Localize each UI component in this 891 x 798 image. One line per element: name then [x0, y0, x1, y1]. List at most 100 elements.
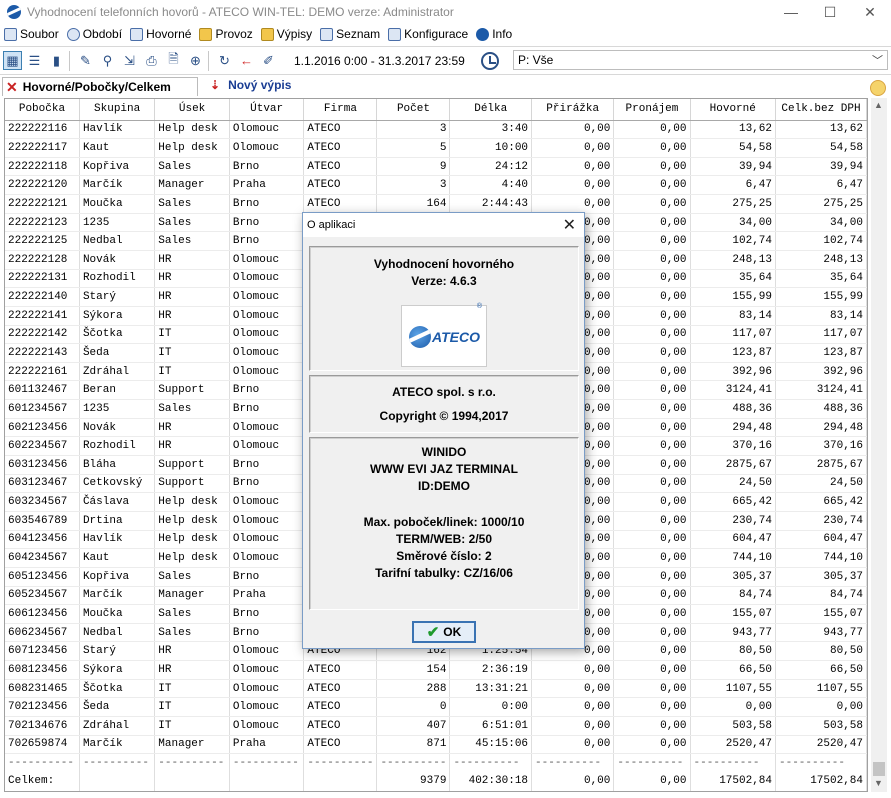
grid-view-icon[interactable]: ▦	[3, 51, 22, 70]
table-cell: 604234567	[5, 548, 80, 568]
table-cell: 230,74	[690, 511, 777, 531]
table-cell: 155,99	[690, 287, 777, 307]
table-cell: 84,74	[690, 586, 777, 606]
list-view-icon[interactable]: ☰	[25, 51, 44, 70]
column-header[interactable]: Pronájem	[613, 99, 691, 121]
table-cell: 230,74	[775, 511, 867, 531]
table-row[interactable]: 608231465 Ščotka IT Olomouc ATECO 288 13:31:21…	[5, 679, 867, 699]
report-edit-icon[interactable]: ✐	[259, 51, 278, 70]
table-cell: 13,62	[690, 120, 777, 140]
table-cell: Olomouc	[229, 325, 305, 345]
table-cell: Brno	[229, 231, 305, 251]
table-row[interactable]: 608123456 Sýkora HR Olomouc ATECO 154 2:36:19 0…	[5, 660, 867, 680]
table-cell: 1107,55	[775, 679, 867, 699]
zoom-icon[interactable]: ⊕	[186, 51, 205, 70]
table-cell: 0,00	[613, 772, 691, 791]
table-cell: 80,50	[690, 641, 777, 662]
table-row[interactable]: 222222116 Havlík Help desk Olomouc ATECO 3 3:4…	[5, 120, 867, 140]
table-cell: 54,58	[690, 138, 777, 158]
table-cell: Olomouc	[229, 362, 305, 382]
column-header[interactable]: Hovorné	[690, 99, 777, 121]
table-cell: Sales	[154, 567, 230, 587]
table-row[interactable]: 222222121 Moučka Sales Brno ATECO 164 2:44:43 0…	[5, 194, 867, 214]
table-row[interactable]: 702123456 Šeda IT Olomouc ATECO 0 0:00 0,00 0,00…	[5, 697, 867, 717]
table-cell: 24:12	[449, 157, 533, 177]
date-range[interactable]: 1.1.2016 0:00 - 31.3.2017 23:59	[286, 51, 473, 71]
table-cell: Cetkovský	[79, 474, 156, 494]
table-cell: Čáslava	[79, 492, 156, 512]
table-row[interactable]: 222222118 Kopřiva Sales Brno ATECO 9 24:12 0,00…	[5, 157, 867, 177]
app-logo-icon	[7, 5, 21, 19]
table-cell: Olomouc	[229, 287, 305, 307]
table-cell: ATECO	[303, 175, 378, 196]
column-header[interactable]: Úsek	[154, 99, 230, 121]
table-row[interactable]: 702134676 Zdráhal IT Olomouc ATECO 407 6:51:01…	[5, 716, 867, 736]
vertical-scrollbar[interactable]: ▲ ▼	[871, 98, 887, 792]
table-cell: 24,50	[775, 474, 867, 494]
column-header[interactable]: Délka	[449, 99, 533, 121]
edit-icon[interactable]: ✎	[76, 51, 95, 70]
maximize-button[interactable]: ☐	[813, 0, 847, 24]
table-cell: Brno	[229, 399, 305, 419]
menu-soubor[interactable]: Soubor	[4, 27, 59, 41]
tab-novy-vypis[interactable]: ⇣ Nový výpis	[210, 78, 291, 92]
table-cell: Nedbal	[79, 231, 156, 251]
about-dialog: O aplikaci ✕ Vyhodnocení hovorného Verze…	[302, 212, 585, 649]
separator-cell: ----------	[229, 753, 305, 773]
column-header[interactable]: Pobočka	[5, 99, 80, 121]
menu-provoz[interactable]: Provoz	[199, 27, 253, 41]
list-icon	[320, 27, 334, 41]
company-name: ATECO spol. s r.o.	[392, 385, 496, 399]
dialog-close-button[interactable]: ✕	[563, 215, 576, 235]
menu-vypisy[interactable]: Výpisy	[260, 27, 312, 41]
table-cell: 0,00	[613, 250, 691, 270]
menu-konfigurace[interactable]: Konfigurace	[388, 27, 468, 41]
table-cell: 305,37	[690, 567, 777, 587]
table-cell: Manager	[154, 735, 230, 755]
clock-icon[interactable]	[480, 51, 499, 70]
chart-view-icon[interactable]: ▮	[47, 51, 66, 70]
total-row[interactable]: Celkem: 9379 402:30:18 0,00 0,00 17502,84 1750…	[5, 772, 867, 791]
export-icon[interactable]: ⇲	[120, 51, 139, 70]
column-header[interactable]: Útvar	[229, 99, 305, 121]
close-window-button[interactable]: ✕	[853, 0, 887, 24]
refresh-icon[interactable]: ↻	[215, 51, 234, 70]
table-cell: 80,50	[775, 641, 867, 662]
toolbar-divider	[208, 50, 209, 71]
column-header[interactable]: Skupina	[79, 99, 156, 121]
find-icon[interactable]: ⚲	[98, 51, 117, 70]
table-cell: 222222128	[5, 250, 80, 270]
filter-select[interactable]: P: Vše ﹀	[513, 50, 888, 70]
table-cell: 665,42	[775, 492, 867, 512]
column-header[interactable]: Firma	[303, 99, 378, 121]
back-arrow-icon[interactable]: ←	[237, 51, 256, 70]
column-header[interactable]: Přirážka	[531, 99, 615, 121]
table-cell: Praha	[229, 175, 305, 196]
menu-label: Období	[82, 27, 123, 41]
close-tab-icon[interactable]: ✕	[6, 79, 18, 96]
scroll-down-icon[interactable]: ▼	[874, 778, 883, 788]
hint-bulb-icon[interactable]	[870, 80, 886, 96]
column-header[interactable]: Počet	[376, 99, 451, 121]
tab-hovorne-pobocky[interactable]: ✕ Hovorné/Pobočky/Celkem	[2, 77, 198, 96]
table-cell: Starý	[79, 641, 156, 662]
table-row[interactable]: 222222120 Marčík Manager Praha ATECO 3 4:40 0,0…	[5, 175, 867, 196]
print-icon[interactable]: ⎙	[142, 51, 161, 70]
table-cell: 3:40	[449, 120, 533, 140]
menu-info[interactable]: Info	[476, 27, 512, 41]
table-cell: 0,00	[531, 120, 615, 140]
scroll-up-icon[interactable]: ▲	[874, 100, 883, 110]
scroll-thumb[interactable]	[873, 762, 885, 776]
menu-obdobi[interactable]: Období	[66, 27, 123, 41]
table-row[interactable]: 702659874 Marčík Manager Praha ATECO 871 45:15…	[5, 735, 867, 755]
table-cell: Olomouc	[229, 306, 305, 326]
table-row[interactable]: 222222117 Kaut Help desk Olomouc ATECO 5 10:00…	[5, 138, 867, 158]
menu-hovorne[interactable]: Hovorné	[130, 27, 191, 41]
column-header[interactable]: Celk.bez DPH	[775, 99, 867, 121]
ok-button[interactable]: ✔ OK	[412, 621, 476, 643]
table-cell: 222222121	[5, 194, 80, 214]
menu-seznam[interactable]: Seznam	[320, 27, 380, 41]
preview-icon[interactable]: 🗎	[164, 51, 183, 70]
table-cell: Brno	[229, 455, 305, 475]
minimize-button[interactable]: —	[774, 0, 808, 24]
